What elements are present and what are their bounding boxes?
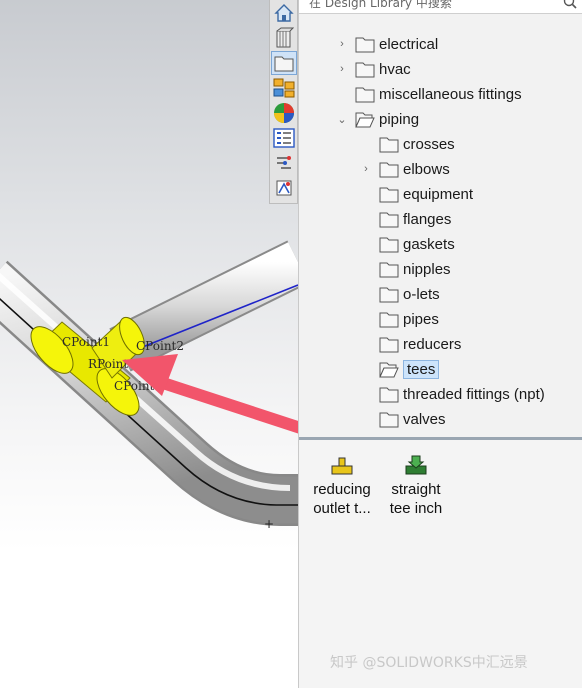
folder-icon	[379, 412, 399, 428]
tree-item-label: hvac	[379, 60, 411, 78]
chevron-right-icon[interactable]: ›	[359, 163, 373, 175]
tree-item-label: electrical	[379, 35, 439, 53]
tree-item-pipes[interactable]: pipes	[359, 307, 439, 331]
library-search-input[interactable]: 在 Design Library 中搜索	[299, 0, 582, 14]
design-library-icon[interactable]	[271, 51, 297, 75]
search-icon[interactable]	[563, 0, 577, 14]
tree-item-label: crosses	[403, 135, 455, 153]
tree-item-hvac[interactable]: › hvac	[335, 57, 411, 81]
tree-item-elbows[interactable]: › elbows	[359, 157, 450, 181]
tree-item-o-lets[interactable]: o-lets	[359, 282, 440, 306]
folder-icon	[379, 162, 399, 178]
preview-item-label-1: reducing	[313, 481, 371, 498]
tree-item-label: valves	[403, 410, 446, 428]
tree-item-gaskets[interactable]: gaskets	[359, 232, 455, 256]
tree-item-label: tees	[403, 359, 440, 379]
design-library-panel: 在 Design Library 中搜索 › electrical › hvac…	[298, 0, 582, 688]
preview-item-label-2: outlet t...	[313, 500, 371, 517]
origin-marker-icon: +	[264, 517, 274, 531]
chevron-down-icon[interactable]: ⌄	[335, 113, 349, 126]
chevron-right-icon[interactable]: ›	[335, 38, 349, 50]
tree-item-label: gaskets	[403, 235, 455, 253]
preview-item-straight-tee-inch[interactable]: straight tee inch	[381, 454, 451, 518]
custom-properties-icon[interactable]	[271, 126, 297, 150]
library-icon[interactable]	[271, 176, 297, 200]
tree-item-label: threaded fittings (npt)	[403, 385, 545, 403]
folder-icon	[379, 387, 399, 403]
home-icon[interactable]	[271, 1, 297, 25]
folder-icon	[355, 62, 375, 78]
reducing-tee-icon	[331, 457, 353, 475]
tree-item-tees[interactable]: tees	[359, 357, 440, 381]
folder-icon	[379, 262, 399, 278]
parts-icon[interactable]	[271, 26, 297, 50]
chevron-right-icon[interactable]: ›	[335, 63, 349, 75]
search-placeholder: 在 Design Library 中搜索	[309, 0, 452, 10]
graphics-viewport[interactable]: CPoint1 CPoint2 RPoint CPoint3 +	[0, 0, 298, 688]
file-explorer-icon[interactable]	[271, 76, 297, 100]
tree-item-equipment[interactable]: equipment	[359, 182, 473, 206]
tree-item-label: miscellaneous fittings	[379, 85, 522, 103]
tree-item-flanges[interactable]: flanges	[359, 207, 451, 231]
folder-open-icon	[355, 112, 375, 128]
tree-item-label: nipples	[403, 260, 451, 278]
tree-item-label: pipes	[403, 310, 439, 328]
tree-item-label: o-lets	[403, 285, 440, 303]
tree-item-label: equipment	[403, 185, 474, 203]
tree-item-crosses[interactable]: crosses	[359, 132, 455, 156]
folder-icon	[379, 337, 399, 353]
tree-item-label: flanges	[403, 210, 452, 228]
folder-icon	[379, 187, 399, 203]
folder-icon	[379, 137, 399, 153]
tree-item-threaded-fittings[interactable]: threaded fittings (npt)	[359, 382, 545, 406]
tree-item-reducers[interactable]: reducers	[359, 332, 461, 356]
tree-item-piping[interactable]: ⌄ piping	[335, 107, 419, 131]
point-label-rpoint[interactable]: RPoint	[88, 357, 128, 371]
folder-icon	[355, 37, 375, 53]
folder-icon	[379, 237, 399, 253]
preview-item-reducing-outlet-tee[interactable]: reducing outlet t...	[307, 454, 377, 518]
straight-tee-icon	[405, 455, 427, 475]
preview-item-label-2: tee inch	[389, 500, 443, 517]
folder-icon	[379, 212, 399, 228]
library-preview-pane: reducing outlet t... straight tee inch	[299, 440, 582, 688]
library-tree: › electrical › hvac miscellaneous fittin…	[299, 30, 582, 436]
folder-icon	[355, 87, 375, 103]
folder-icon	[379, 287, 399, 303]
tree-item-miscellaneous-fittings[interactable]: miscellaneous fittings	[335, 82, 522, 106]
tree-item-label: piping	[379, 110, 420, 128]
tree-item-electrical[interactable]: › electrical	[335, 32, 438, 56]
pipe-assembly: CPoint1 CPoint2 RPoint CPoint3 +	[0, 240, 298, 531]
appearances-icon[interactable]	[271, 101, 297, 125]
watermark: 知乎 @SOLIDWORKS中汇远景	[330, 655, 528, 671]
folder-open-icon	[379, 362, 399, 378]
tree-item-valves[interactable]: valves	[359, 407, 446, 431]
folder-icon	[379, 312, 399, 328]
tree-item-label: elbows	[403, 160, 450, 178]
point-label-cpoint2[interactable]: CPoint2	[136, 339, 184, 353]
routing-icon[interactable]	[271, 151, 297, 175]
task-pane-tabbar	[269, 0, 298, 204]
tree-item-nipples[interactable]: nipples	[359, 257, 451, 281]
point-label-cpoint1[interactable]: CPoint1	[62, 335, 110, 349]
tree-item-label: reducers	[403, 335, 462, 353]
preview-item-label-1: straight	[391, 481, 441, 498]
